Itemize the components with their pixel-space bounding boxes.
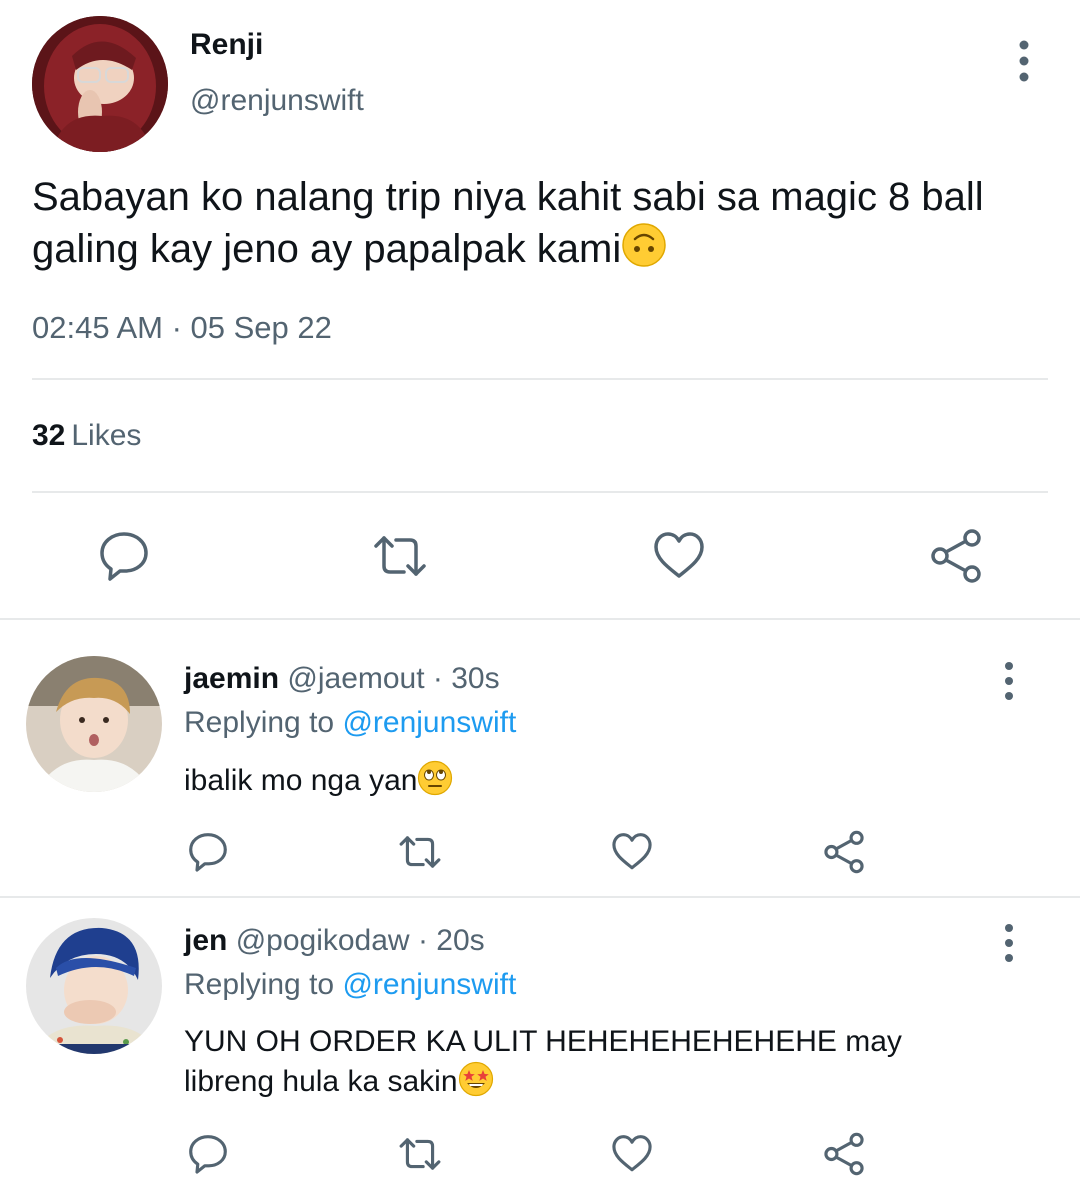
tweet-timestamp: 02:45 AM · 05 Sep 22: [32, 310, 332, 345]
likes-label: Likes: [71, 419, 142, 452]
reply-author-name[interactable]: jaemin: [184, 662, 279, 695]
replying-to-mention[interactable]: @renjunswift: [342, 706, 516, 739]
share-icon[interactable]: [928, 528, 984, 584]
retweet-icon[interactable]: [372, 528, 428, 584]
retweet-icon[interactable]: [398, 830, 442, 874]
tweet-text-content: Sabayan ko nalang trip niya kahit sabi s…: [32, 175, 984, 271]
retweet-icon[interactable]: [398, 1132, 442, 1176]
eye-roll-emoji-icon: [417, 760, 453, 806]
divider: [32, 491, 1048, 493]
avatar-image: [26, 918, 162, 1054]
avatar-image: [26, 656, 162, 792]
author-avatar[interactable]: [32, 16, 168, 152]
upside-down-face-emoji-icon: [621, 222, 667, 280]
reply-time: · 30s: [432, 662, 500, 695]
star-struck-emoji-icon: [458, 1061, 494, 1107]
share-icon[interactable]: [822, 830, 866, 874]
share-icon[interactable]: [822, 1132, 866, 1176]
reply-header: jaemin @jaemout · 30s: [184, 662, 500, 696]
author-name[interactable]: Renji: [190, 28, 263, 62]
more-options-icon[interactable]: [992, 660, 1026, 702]
likes-summary[interactable]: 32 Likes: [32, 419, 141, 453]
reply-avatar[interactable]: [26, 656, 162, 792]
reply-author-handle[interactable]: @pogikodaw: [236, 924, 410, 957]
reply-icon[interactable]: [186, 830, 230, 874]
like-icon[interactable]: [610, 1132, 654, 1176]
replying-to-label: Replying to: [184, 706, 335, 739]
separator: [0, 618, 1080, 620]
more-options-icon[interactable]: [1006, 38, 1042, 84]
avatar-image: [32, 16, 168, 152]
likes-count: 32: [32, 419, 66, 452]
reply-text-content: ibalik mo nga yan: [184, 764, 418, 797]
reply-text: ibalik mo nga yan: [184, 760, 1044, 806]
reply-header: jen @pogikodaw · 20s: [184, 924, 485, 958]
replying-to-label: Replying to: [184, 968, 335, 1001]
reply-icon[interactable]: [186, 1132, 230, 1176]
reply-icon[interactable]: [96, 528, 152, 584]
author-handle[interactable]: @renjunswift: [190, 84, 364, 118]
reply-text: YUN OH ORDER KA ULIT HEHEHEHEHEHEHE may …: [184, 1023, 944, 1107]
like-icon[interactable]: [651, 528, 707, 584]
reply-text-content: YUN OH ORDER KA ULIT HEHEHEHEHEHEHE may …: [184, 1025, 902, 1098]
like-icon[interactable]: [610, 830, 654, 874]
reply-author-name[interactable]: jen: [184, 924, 227, 957]
tweet-text: Sabayan ko nalang trip niya kahit sabi s…: [32, 172, 1052, 280]
replying-to: Replying to @renjunswift: [184, 706, 516, 740]
more-options-icon[interactable]: [992, 922, 1026, 964]
reply-author-handle[interactable]: @jaemout: [287, 662, 424, 695]
separator: [0, 896, 1080, 898]
replying-to-mention[interactable]: @renjunswift: [342, 968, 516, 1001]
reply-avatar[interactable]: [26, 918, 162, 1054]
divider: [32, 378, 1048, 380]
reply-time: · 20s: [417, 924, 485, 957]
replying-to: Replying to @renjunswift: [184, 968, 516, 1002]
